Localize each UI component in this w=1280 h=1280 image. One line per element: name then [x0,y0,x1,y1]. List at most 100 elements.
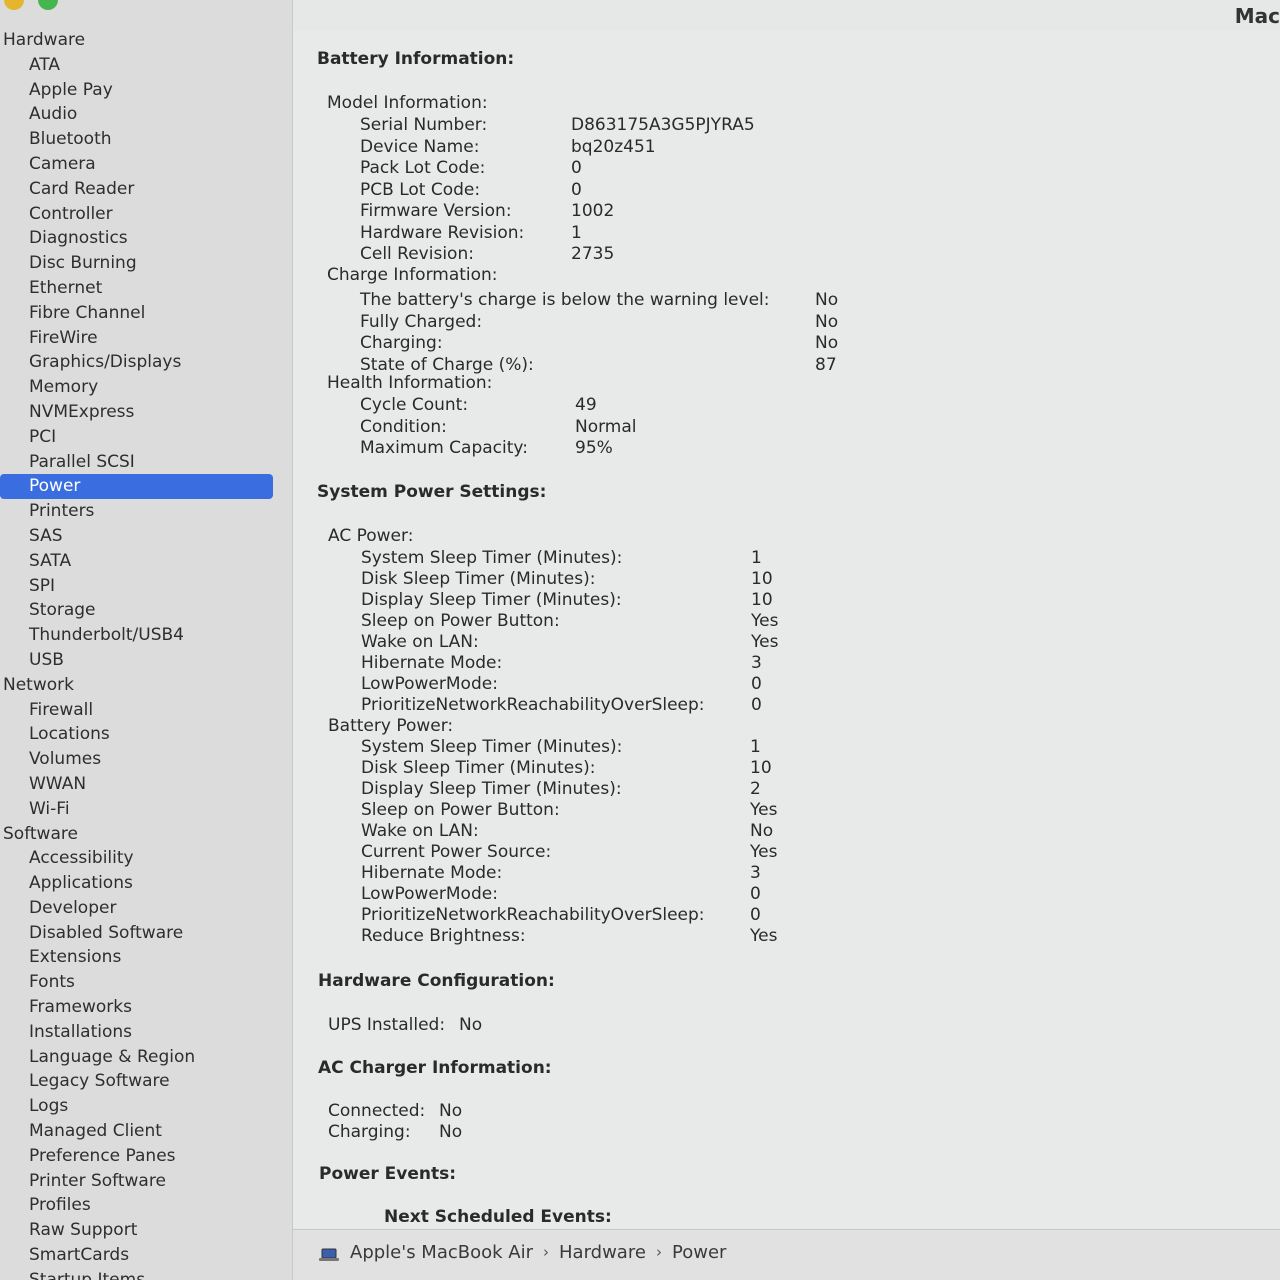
path-item-computer[interactable]: Apple's MacBook Air [350,1242,533,1263]
sidebar-item-installations[interactable]: Installations [0,1020,292,1045]
model-info-label: Serial Number: [360,115,488,135]
sidebar-item-apple-pay[interactable]: Apple Pay [0,78,292,103]
sidebar-item-graphics-displays[interactable]: Graphics/Displays [0,350,292,375]
sidebar-item-nvmexpress[interactable]: NVMExpress [0,400,292,425]
sidebar-item-card-reader[interactable]: Card Reader [0,177,292,202]
sidebar-category-software[interactable]: Software [0,822,292,847]
sidebar-item-usb[interactable]: USB [0,648,292,673]
sidebar-item-fibre-channel[interactable]: Fibre Channel [0,301,292,326]
sidebar-item-managed-client[interactable]: Managed Client [0,1119,292,1144]
sidebar-item-pci[interactable]: PCI [0,425,292,450]
sidebar-item-controller[interactable]: Controller [0,202,292,227]
window-controls [4,0,58,10]
model-info-label: Firmware Version: [360,201,512,221]
sidebar-item-camera[interactable]: Camera [0,152,292,177]
sidebar-item-raw-support[interactable]: Raw Support [0,1218,292,1243]
minimize-button[interactable] [4,0,24,10]
sidebar-item-printer-software[interactable]: Printer Software [0,1169,292,1194]
sidebar-item-thunderbolt-usb4[interactable]: Thunderbolt/USB4 [0,623,292,648]
sidebar-item-profiles[interactable]: Profiles [0,1193,292,1218]
path-item-power[interactable]: Power [672,1242,726,1263]
sidebar-item-diagnostics[interactable]: Diagnostics [0,226,292,251]
zoom-button[interactable] [38,0,58,10]
sidebar-item-wwan[interactable]: WWAN [0,772,292,797]
sidebar-item-accessibility[interactable]: Accessibility [0,846,292,871]
model-info-label: Hardware Revision: [360,222,525,243]
sidebar-item-wi-fi[interactable]: Wi-Fi [0,797,292,822]
sidebar-category-hardware[interactable]: Hardware [0,28,292,53]
sidebar-item-ata[interactable]: ATA [0,53,292,78]
ac-power-setting-label: System Sleep Timer (Minutes): [361,548,623,568]
sidebar-item-legacy-software[interactable]: Legacy Software [0,1069,292,1094]
title-bar: Mac [293,0,1280,31]
connected-label: Connected: [328,1101,426,1121]
sidebar-item-bluetooth[interactable]: Bluetooth [0,127,292,152]
subheading-health: Health Information: [327,373,493,393]
sidebar-item-extensions[interactable]: Extensions [0,945,292,970]
sidebar-item-sas[interactable]: SAS [0,524,292,549]
sidebar-item-startup-items[interactable]: Startup Items [0,1268,292,1280]
section-heading-power-settings: System Power Settings: [317,482,547,502]
sidebar-item-logs[interactable]: Logs [0,1094,292,1119]
ups-installed-label: UPS Installed: [328,1015,446,1035]
sidebar-item-power[interactable]: Power [0,474,273,500]
laptop-icon [319,1248,339,1261]
sidebar-item-audio[interactable]: Audio [0,102,292,127]
model-info-value: D863175A3G5PJYRA5 [571,115,755,135]
battery-power-setting-label: Wake on LAN: [361,821,479,841]
sidebar-item-firewall[interactable]: Firewall [0,698,292,723]
sidebar-item-developer[interactable]: Developer [0,896,292,921]
sidebar-item-preference-panes[interactable]: Preference Panes [0,1144,292,1169]
battery-power-setting-label: Sleep on Power Button: [361,800,560,820]
model-info-label: Pack Lot Code: [360,158,486,178]
sidebar-item-firewire[interactable]: FireWire [0,326,292,351]
ac-power-setting-value: Yes [751,632,779,652]
sidebar-item-smartcards[interactable]: SmartCards [0,1243,292,1268]
ac-power-setting-value: 1 [751,548,762,568]
subheading-next-scheduled-events: Next Scheduled Events: [384,1207,612,1227]
sidebar-item-locations[interactable]: Locations [0,722,292,747]
health-info-value: Normal [575,416,637,437]
battery-power-setting-value: 2 [750,779,761,799]
sidebar-item-ethernet[interactable]: Ethernet [0,276,292,301]
sidebar-item-language-region[interactable]: Language & Region [0,1045,292,1070]
sidebar-item-volumes[interactable]: Volumes [0,747,292,772]
ac-power-setting-label: PrioritizeNetworkReachabilityOverSleep: [361,695,705,715]
ac-power-setting-label: Wake on LAN: [361,632,479,652]
sidebar-item-disc-burning[interactable]: Disc Burning [0,251,292,276]
charge-info-label: Charging: [360,333,443,353]
subheading-charge: Charge Information: [327,265,498,285]
subheading-battery-power: Battery Power: [328,716,454,736]
path-separator-icon: › [543,1243,549,1261]
sidebar-item-printers[interactable]: Printers [0,499,292,524]
model-info-value: 2735 [571,244,615,264]
sidebar-item-disabled-software[interactable]: Disabled Software [0,921,292,946]
battery-power-setting-label: Reduce Brightness: [361,926,526,946]
sidebar-item-parallel-scsi[interactable]: Parallel SCSI [0,450,292,475]
section-heading-hardware-config: Hardware Configuration: [318,971,555,991]
health-info-value: 49 [575,395,597,415]
charge-info-value: 87 [815,354,837,375]
sidebar-item-fonts[interactable]: Fonts [0,970,292,995]
sidebar-item-frameworks[interactable]: Frameworks [0,995,292,1020]
health-info-value: 95% [575,438,613,458]
battery-power-setting-value: 3 [750,863,761,883]
charge-info-label: State of Charge (%): [360,354,534,375]
battery-power-setting-value: 0 [750,905,761,925]
ac-power-setting-label: Disk Sleep Timer (Minutes): [361,569,596,589]
charge-info-value: No [815,311,839,332]
battery-power-setting-label: Current Power Source: [361,842,552,862]
ac-power-setting-value: 0 [751,674,762,694]
sidebar-item-sata[interactable]: SATA [0,549,292,574]
sidebar-item-storage[interactable]: Storage [0,598,292,623]
subheading-model: Model Information: [327,93,488,113]
model-info-value: 0 [571,158,582,178]
sidebar-item-applications[interactable]: Applications [0,871,292,896]
health-info-label: Condition: [360,416,447,437]
sidebar-item-spi[interactable]: SPI [0,574,292,599]
charger-charging-value: No [439,1122,463,1142]
ac-power-setting-value: 10 [751,590,773,610]
sidebar-item-memory[interactable]: Memory [0,375,292,400]
sidebar-category-network[interactable]: Network [0,673,292,698]
path-item-hardware[interactable]: Hardware [559,1242,646,1263]
